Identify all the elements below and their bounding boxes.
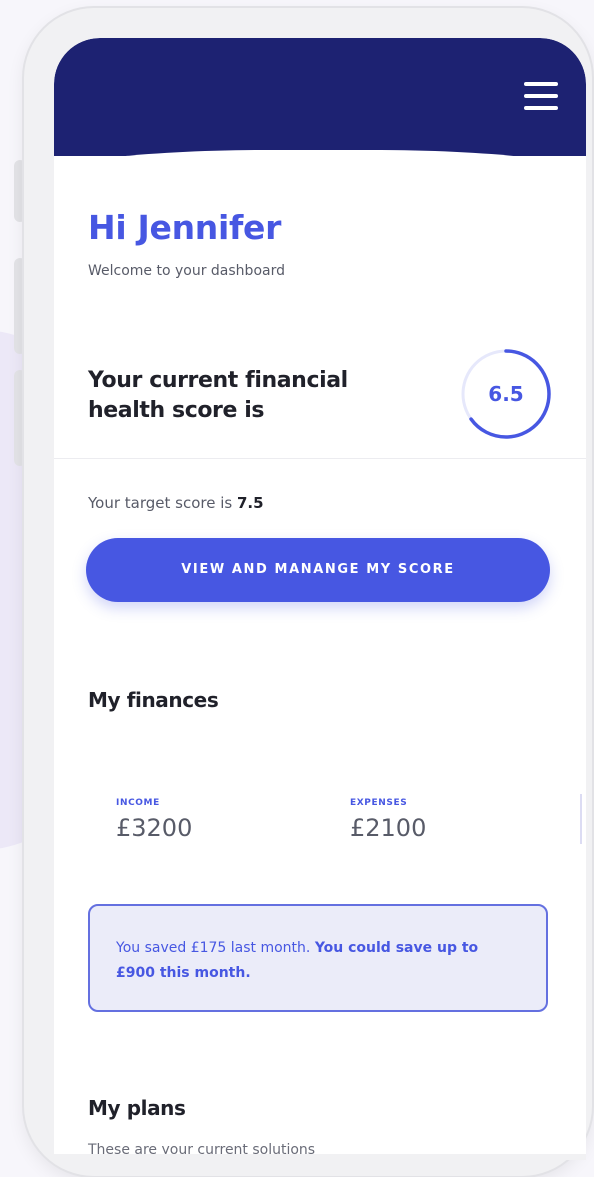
- income-label: INCOME: [116, 798, 160, 808]
- target-score-value: 7.5: [237, 494, 264, 512]
- expenses-value: £2100: [350, 814, 427, 842]
- expenses-label: EXPENSES: [350, 798, 408, 808]
- expenses-card[interactable]: EXPENSES £2100: [350, 798, 426, 842]
- manage-score-button[interactable]: VIEW AND MANANGE MY SCORE: [86, 538, 550, 602]
- app-screen: Hi Jennifer Welcome to your dashboard Yo…: [54, 38, 586, 1160]
- greeting-title: Hi Jennifer: [88, 208, 282, 247]
- savings-notice: You saved £175 last month. You could sav…: [88, 904, 548, 1012]
- hamburger-menu-icon[interactable]: [524, 82, 558, 110]
- plans-title: My plans: [88, 1096, 186, 1120]
- score-label: Your current financial health score is: [88, 368, 348, 423]
- app-header: [54, 38, 586, 156]
- target-score-label: Your target score is: [88, 494, 237, 512]
- score-value: 6.5: [488, 382, 524, 406]
- score-card: Your current financial health score is 6…: [54, 334, 586, 459]
- savings-message: You saved £175 last month.: [116, 940, 311, 956]
- income-value: £3200: [116, 814, 193, 842]
- next-card-peek: [580, 794, 586, 844]
- income-card[interactable]: INCOME £3200: [116, 798, 192, 842]
- screen-bottom-edge: [54, 1154, 586, 1160]
- target-score: Your target score is 7.5: [88, 494, 264, 512]
- finances-title: My finances: [88, 688, 219, 712]
- page-background: Hi Jennifer Welcome to your dashboard Yo…: [0, 0, 594, 1177]
- greeting-subtitle: Welcome to your dashboard: [88, 263, 285, 279]
